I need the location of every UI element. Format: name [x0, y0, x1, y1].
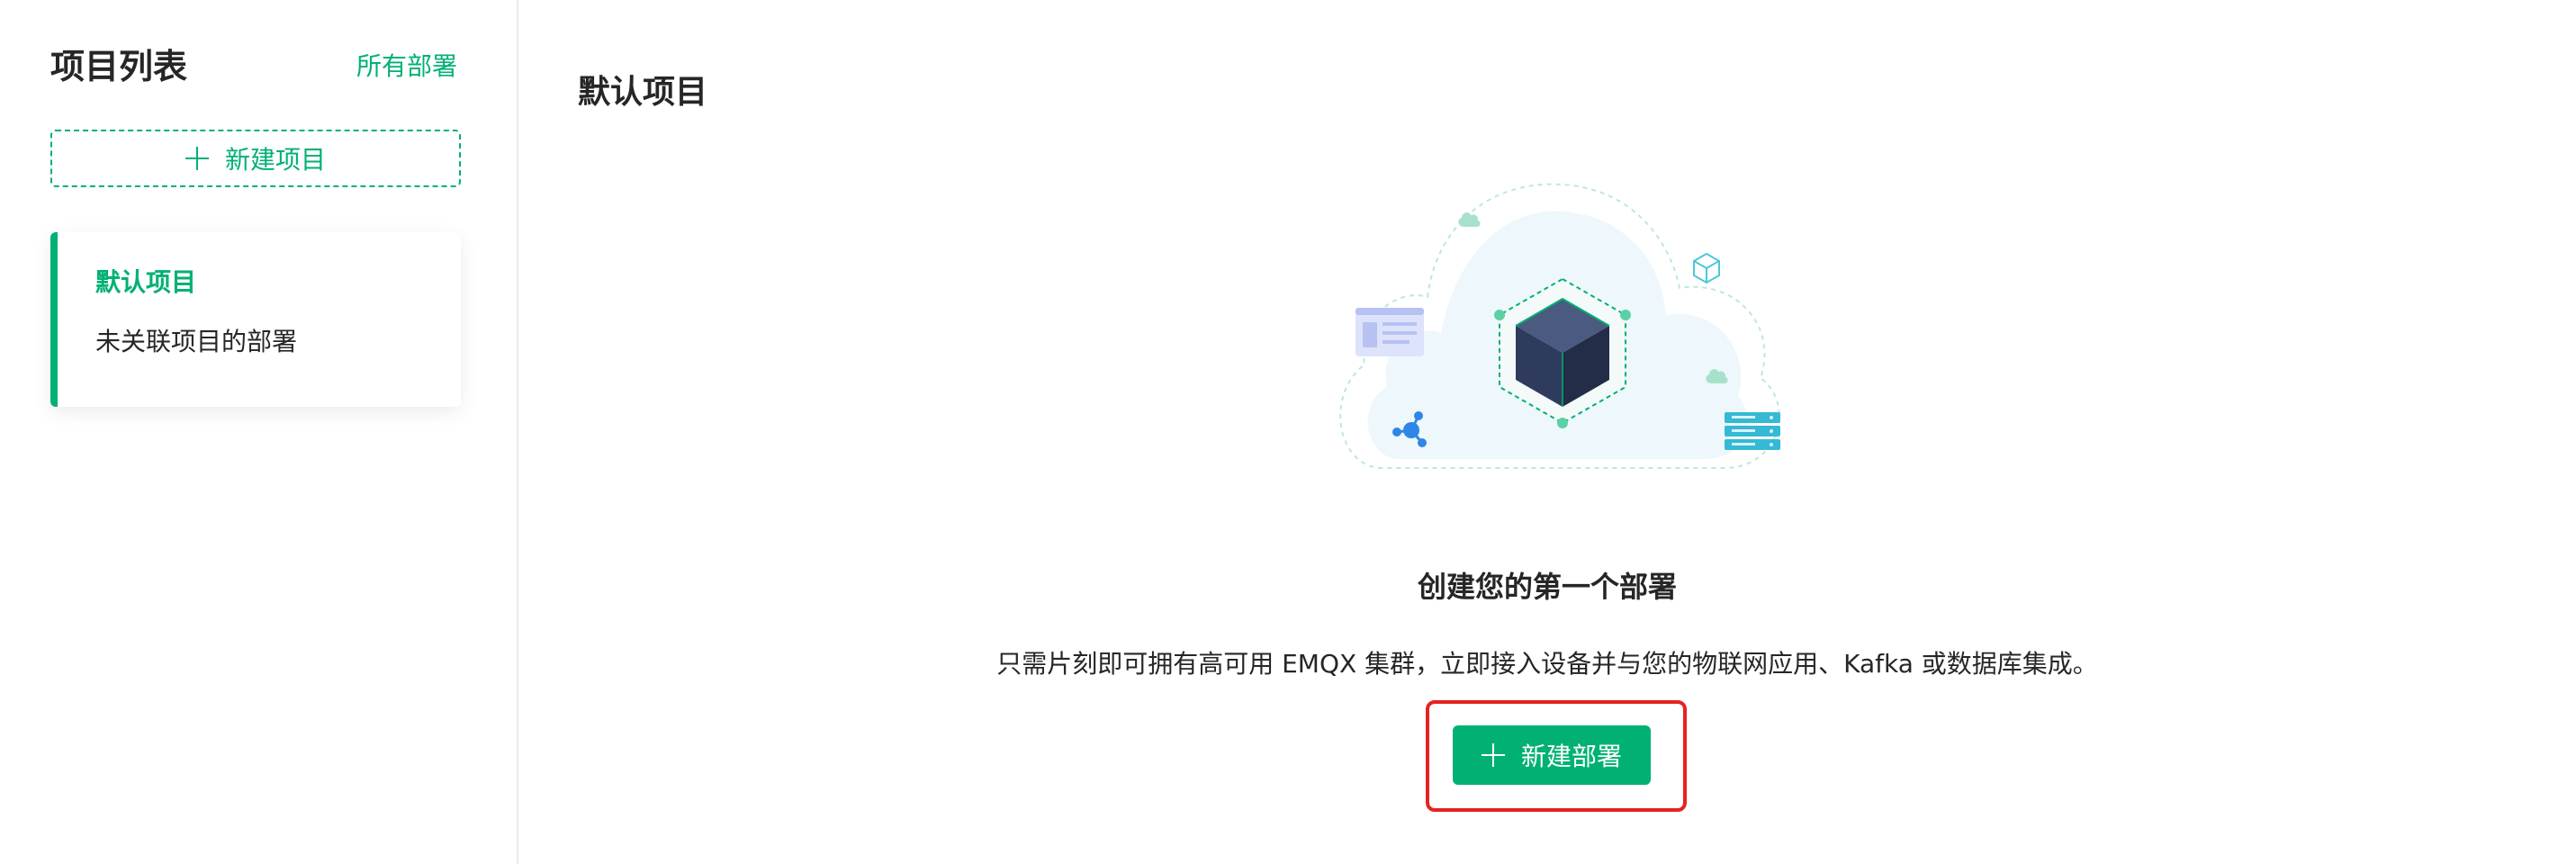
sidebar: 项目列表 所有部署 新建项目 默认项目 未关联项目的部署 [0, 0, 518, 864]
plus-icon [1481, 743, 1505, 767]
main-content: 默认项目 创建您的第一个部署 只需片刻即可拥有高可用 EMQX 集群，立即接入设… [518, 0, 2576, 864]
all-deployments-link[interactable]: 所有部署 [356, 49, 457, 85]
new-project-button[interactable]: 新建项目 [50, 130, 461, 187]
new-deployment-button[interactable]: 新建部署 [1453, 725, 1651, 785]
empty-state-title: 创建您的第一个部署 [1417, 570, 1677, 604]
node-dot [1557, 418, 1568, 428]
empty-cloud-illustration [1339, 183, 1780, 469]
server-stack-icon [1725, 412, 1780, 450]
sidebar-title: 项目列表 [50, 47, 188, 86]
small-cloud-icon [1458, 212, 1481, 227]
browser-window-icon [1356, 308, 1424, 356]
project-card-description: 未关联项目的部署 [95, 327, 298, 356]
new-deployment-label: 新建部署 [1520, 742, 1622, 771]
small-cube-icon [1693, 252, 1720, 284]
new-project-label: 新建项目 [224, 145, 326, 175]
empty-state-description: 只需片刻即可拥有高可用 EMQX 集群，立即接入设备并与您的物联网应用、Kafk… [996, 649, 2098, 679]
node-dot [1620, 310, 1631, 320]
page-title: 默认项目 [578, 74, 708, 111]
node-dot [1494, 310, 1505, 320]
project-card-title: 默认项目 [95, 267, 197, 297]
app-window: 项目列表 所有部署 新建项目 默认项目 未关联项目的部署 默认项目 创建您的第一… [0, 0, 2576, 864]
project-card-default[interactable]: 默认项目 未关联项目的部署 [50, 232, 461, 407]
plus-icon [185, 147, 209, 170]
